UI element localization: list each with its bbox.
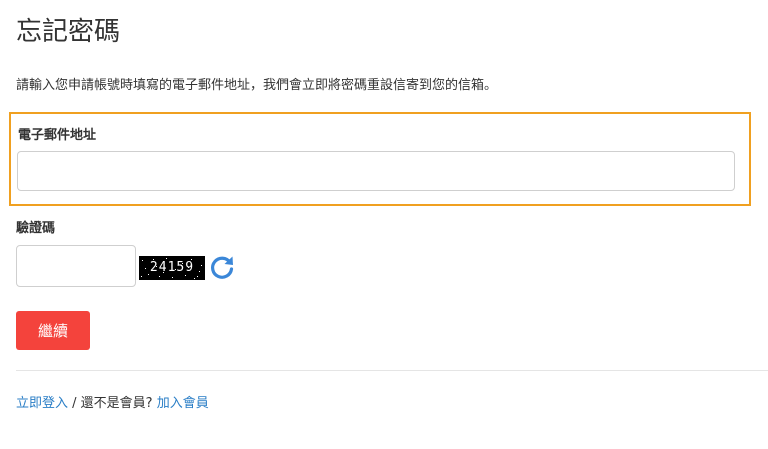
page-title: 忘記密碼 bbox=[16, 17, 121, 47]
refresh-icon-svg bbox=[211, 256, 234, 279]
not-member-text: 還不是會員? bbox=[80, 396, 157, 411]
email-field-group: 電子郵件地址 bbox=[9, 112, 751, 206]
captcha-input[interactable] bbox=[16, 245, 136, 287]
captcha-image-text: 24159 bbox=[149, 260, 195, 275]
join-link[interactable]: 加入會員 bbox=[157, 396, 209, 411]
refresh-icon[interactable] bbox=[208, 253, 236, 281]
login-link[interactable]: 立即登入 bbox=[16, 396, 68, 411]
instructions-text: 請輸入您申請帳號時填寫的電子郵件地址，我們會立即將密碼重設信寄到您的信箱。 bbox=[16, 78, 498, 93]
continue-button[interactable]: 繼續 bbox=[16, 311, 90, 350]
footer-separator: / bbox=[68, 396, 81, 411]
footer-links: 立即登入 / 還不是會員? 加入會員 bbox=[16, 394, 209, 414]
captcha-label: 驗證碼 bbox=[16, 221, 56, 236]
divider bbox=[16, 370, 768, 371]
forgot-password-page: 忘記密碼 請輸入您申請帳號時填寫的電子郵件地址，我們會立即將密碼重設信寄到您的信… bbox=[0, 0, 768, 449]
email-label: 電子郵件地址 bbox=[18, 128, 97, 143]
email-field[interactable] bbox=[17, 151, 735, 191]
captcha-image: 24159 bbox=[139, 256, 205, 280]
